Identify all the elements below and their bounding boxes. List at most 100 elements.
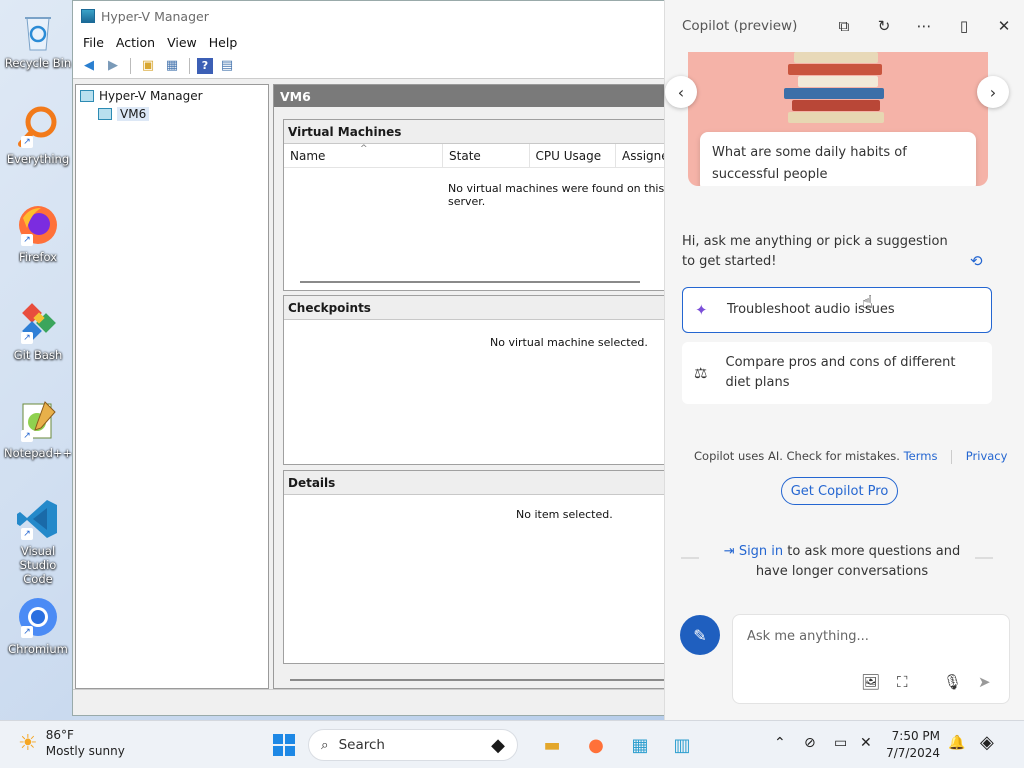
file-explorer-icon[interactable]: ▬ — [538, 731, 566, 759]
menu-file[interactable]: File — [77, 35, 110, 50]
search-highlight-icon[interactable]: ◆ — [484, 731, 512, 759]
carousel-next-button[interactable]: › — [977, 76, 1009, 108]
chevron-up-icon[interactable]: ⌃ — [774, 735, 786, 751]
hyperv-tree-icon — [80, 90, 94, 102]
desktop-icon-vscode[interactable]: ↗ Visual Studio Code — [4, 496, 72, 586]
vm-empty-message: No virtual machines were found on this s… — [448, 182, 665, 208]
new-topic-button[interactable]: ✎ — [680, 615, 720, 655]
column-assigned[interactable]: Assigne — [616, 144, 669, 167]
sign-in-icon: ⇥ — [723, 544, 735, 559]
hyperv-taskbar-icon[interactable]: ▦ — [626, 731, 654, 759]
chat-input[interactable] — [747, 629, 997, 644]
signin-prompt: ⇥ Sign in to ask more questions and have… — [723, 544, 961, 579]
copilot-greeting: Hi, ask me anything or pick a suggestion… — [682, 234, 948, 269]
vm-horizontal-scrollbar[interactable] — [300, 281, 640, 283]
forward-icon[interactable]: ▶ — [103, 57, 123, 75]
up-folder-icon[interactable]: ▣ — [138, 57, 158, 75]
details-title: Details — [284, 471, 668, 495]
send-icon[interactable]: ➤ — [978, 673, 991, 691]
desktop-icon-chromium[interactable]: ↗ Chromium — [4, 594, 72, 656]
privacy-link[interactable]: Privacy — [966, 449, 1008, 463]
chromium-icon: ↗ — [15, 594, 61, 640]
chevron-left-icon: ‹ — [677, 82, 685, 102]
checkpoints-title: Checkpoints — [284, 296, 668, 320]
open-external-icon[interactable]: ⧉ — [824, 17, 864, 35]
details-empty-message: No item selected. — [516, 508, 613, 521]
hero-prompt[interactable]: What are some daily habits of successful… — [700, 132, 976, 186]
hyperv-manager-taskbar-icon[interactable]: ▥ — [668, 731, 696, 759]
screenshot-icon[interactable]: ⛶ — [897, 673, 908, 691]
search-icon: ⌕ — [321, 737, 329, 753]
virtual-machines-title: Virtual Machines — [284, 120, 668, 144]
menu-help[interactable]: Help — [203, 35, 244, 50]
more-options-icon[interactable]: ⋯ — [904, 17, 944, 35]
weather-widget[interactable]: ☀ 86°F Mostly sunny — [18, 727, 125, 759]
details-pane: Details No item selected. — [283, 470, 669, 664]
taskbar: ☀ 86°F Mostly sunny ⌕ Search ◆ ▬ ● ▦ ▥ ⌃… — [0, 720, 1024, 768]
hyperv-statusbar — [73, 689, 671, 715]
vm-column-headers: Name State CPU Usage Assigne — [284, 144, 669, 168]
action-pane-icon[interactable]: ▤ — [217, 57, 237, 75]
sun-icon: ☀ — [18, 730, 38, 756]
server-icon — [98, 108, 112, 120]
close-icon[interactable]: ✕ — [984, 17, 1024, 35]
hyperv-window: Hyper-V Manager File Action View Help ◀ … — [72, 0, 672, 716]
sign-in-link[interactable]: Sign in — [739, 544, 783, 559]
column-cpu-usage[interactable]: CPU Usage — [530, 144, 616, 167]
copilot-panel: Copilot (preview) ⧉ ↻ ⋯ ▯ ✕ What are som… — [664, 0, 1024, 720]
desktop-icon-notepadpp[interactable]: ↗ Notepad++ — [4, 398, 72, 460]
start-button[interactable] — [270, 731, 298, 759]
clock-time: 7:50 PM — [891, 729, 940, 743]
windows-icon — [273, 734, 295, 756]
tree-item-vm6[interactable]: VM6 — [80, 105, 264, 123]
ai-disclaimer: Copilot uses AI. Check for mistakes. Ter… — [694, 449, 1008, 464]
column-state[interactable]: State — [443, 144, 530, 167]
desktop-icon-recycle-bin[interactable]: Recycle Bin — [4, 8, 72, 70]
weather-temp: 86°F — [45, 728, 74, 742]
hero-card-image[interactable]: What are some daily habits of successful… — [688, 52, 988, 186]
hyperv-toolbar: ◀ ▶ ▣ ▦ ? ▤ — [73, 53, 671, 79]
refresh-suggestions-icon[interactable]: ⟲ — [970, 252, 983, 270]
content-header: VM6 — [274, 85, 668, 107]
desktop-icon-git-bash[interactable]: ↗ Git Bash — [4, 300, 72, 362]
menu-view[interactable]: View — [161, 35, 203, 50]
volume-muted-icon[interactable]: ✕ — [860, 735, 872, 751]
system-clock[interactable]: 7:50 PM 7/7/2024 — [880, 728, 940, 762]
suggestion-compare-diets[interactable]: ⚖ Compare pros and cons of different die… — [682, 342, 992, 404]
hyperv-menubar: File Action View Help — [73, 31, 671, 53]
chat-input-box: 🖼 ⛶ 🎙 ➤ — [732, 614, 1010, 704]
network-off-icon[interactable]: ⊘ — [804, 735, 816, 751]
show-hide-tree-icon[interactable]: ▦ — [162, 57, 182, 75]
content-horizontal-scrollbar[interactable] — [290, 679, 664, 681]
suggestion-troubleshoot-audio[interactable]: ✦ Troubleshoot audio issues — [682, 287, 992, 333]
desktop-icon-everything[interactable]: ↗ Everything — [4, 104, 72, 166]
hyperv-titlebar[interactable]: Hyper-V Manager — [73, 1, 671, 31]
copilot-taskbar-icon[interactable]: ◈ — [980, 732, 994, 753]
new-chat-icon: ✎ — [693, 625, 707, 645]
carousel-prev-button[interactable]: ‹ — [665, 76, 697, 108]
add-image-icon[interactable]: 🖼 — [861, 673, 880, 691]
vscode-icon: ↗ — [15, 496, 61, 542]
refresh-icon[interactable]: ↻ — [864, 17, 904, 35]
recycle-bin-icon — [15, 8, 61, 54]
microphone-icon[interactable]: 🎙 — [943, 673, 962, 691]
dock-panel-icon[interactable]: ▯ — [944, 17, 984, 35]
firefox-taskbar-icon[interactable]: ● — [582, 731, 610, 759]
hyperv-title: Hyper-V Manager — [101, 8, 209, 24]
virtual-machines-pane: Virtual Machines Name State CPU Usage As… — [283, 119, 669, 291]
display-icon[interactable]: ▭ — [834, 735, 847, 751]
desktop-icon-firefox[interactable]: ↗ Firefox — [4, 202, 72, 264]
copilot-title: Copilot (preview) — [682, 18, 798, 34]
clock-date: 7/7/2024 — [886, 746, 940, 760]
scales-icon: ⚖ — [694, 364, 708, 382]
tree-item-hyperv-manager[interactable]: Hyper-V Manager — [80, 87, 264, 105]
terms-link[interactable]: Terms — [904, 449, 938, 463]
notification-bell-icon[interactable]: 🔔 — [948, 735, 965, 751]
help-icon[interactable]: ? — [197, 57, 213, 74]
get-copilot-pro-button[interactable]: Get Copilot Pro — [781, 477, 898, 505]
copilot-header: Copilot (preview) ⧉ ↻ ⋯ ▯ ✕ — [665, 0, 1024, 52]
notepadpp-icon: ↗ — [15, 398, 61, 444]
menu-action[interactable]: Action — [110, 35, 161, 50]
back-icon[interactable]: ◀ — [79, 57, 99, 75]
sort-arrow-icon: ^ — [360, 144, 368, 154]
